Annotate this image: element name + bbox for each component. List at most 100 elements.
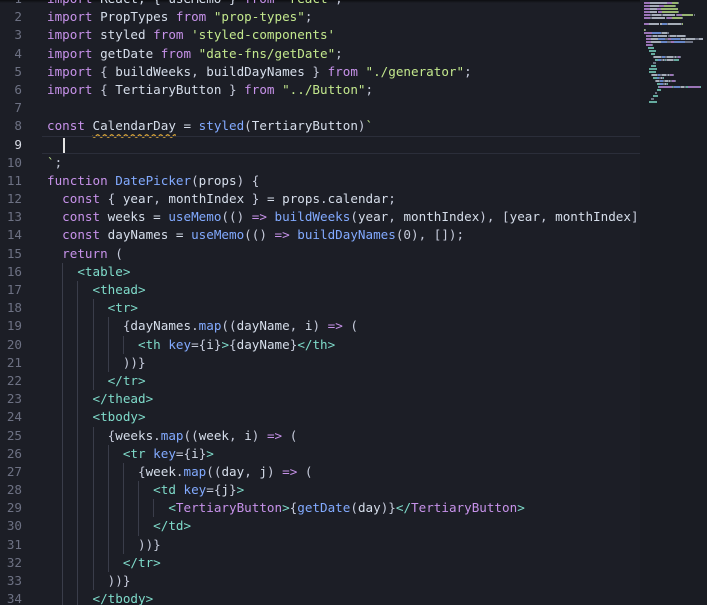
minimap-line (645, 29, 646, 31)
code-line[interactable]: 32 </tr> (0, 553, 640, 572)
code-token: , (153, 191, 169, 207)
code-token: ( (350, 209, 358, 225)
code-token: map (198, 318, 222, 334)
code-token: dayName (236, 336, 290, 352)
minimap-line (659, 86, 672, 88)
code-line[interactable]: 27 {week.map((day, j) => ( (0, 462, 640, 482)
minimap-line (644, 32, 653, 34)
code-text: </tbody> (47, 590, 154, 605)
minimap-line (686, 38, 696, 40)
code-line[interactable]: 22 </tr> (0, 371, 640, 391)
code-line[interactable]: 18 <tr> (0, 299, 640, 318)
code-area[interactable]: 1 import React, { useMemo } from "react";… (0, 0, 646, 605)
minimap-line (651, 41, 660, 43)
code-line[interactable]: 10 `; (0, 154, 640, 172)
code-token: ) (251, 427, 267, 443)
line-number: 9 (14, 136, 22, 152)
code-token: year (509, 209, 540, 225)
code-token: React, { useMemo } (100, 0, 244, 6)
code-token: i (191, 445, 199, 461)
code-line[interactable]: 1 import React, { useMemo } from "react"; (0, 0, 640, 8)
code-token: map (160, 427, 184, 443)
code-token: { (47, 427, 116, 443)
minimap-line (674, 80, 676, 82)
code-text: import React, { useMemo } from "react"; (47, 0, 343, 8)
code-line[interactable]: 34 </tbody> (0, 590, 640, 605)
code-token: import (47, 45, 101, 61)
code-token: TertiaryButton (175, 500, 283, 516)
code-token: function (47, 172, 116, 188)
minimap-line (650, 5, 660, 7)
code-line[interactable]: 29 <TertiaryButton>{getDate(day)}</Terti… (0, 499, 640, 518)
code-line[interactable]: 24 <tbody> (0, 408, 640, 427)
code-line[interactable]: 15 return ( (0, 245, 640, 263)
minimap-line (663, 5, 675, 7)
code-line[interactable]: 14 const dayNames = useMemo(() => buildD… (0, 226, 640, 244)
code-token: key (153, 445, 176, 461)
minimap-line (674, 5, 676, 7)
code-line[interactable]: 2 import PropTypes from "prop-types"; (0, 8, 640, 26)
minimap[interactable] (640, 0, 707, 605)
code-text: {weeks.map((week, i) => ( (47, 427, 298, 445)
minimap-line (653, 62, 656, 64)
minimap-line (647, 47, 654, 49)
code-line[interactable]: 28 <td key={j}> (0, 481, 640, 500)
code-token: <thead> (92, 282, 146, 297)
code-line[interactable]: 8 const CalendarDay = styled(TertiaryButt… (0, 117, 640, 135)
minimap-line (654, 56, 662, 58)
code-line[interactable]: 31 ))} (0, 535, 640, 554)
code-line[interactable]: 25 {weeks.map((week, i) => ( (0, 426, 640, 445)
code-line[interactable]: 3 import styled from 'styled-components' (0, 26, 640, 44)
line-number: 18 (6, 300, 22, 316)
code-text: </tr> (47, 554, 161, 572)
code-line[interactable]: 16 <table> (0, 262, 640, 281)
code-line[interactable]: 5 import { buildWeeks, buildDayNames } fr… (0, 63, 640, 81)
line-number: 15 (6, 245, 22, 261)
code-line[interactable]: 19 {dayNames.map((dayName, i) => ( (0, 317, 640, 336)
code-line[interactable]: 6 import { TertiaryButton } from "../Butt… (0, 81, 640, 99)
code-token: = (266, 191, 283, 207)
code-token: from (244, 0, 282, 6)
code-token: props (282, 191, 321, 207)
minimap-line (666, 32, 670, 34)
code-line[interactable]: 9 (0, 135, 640, 154)
code-token: getDate (297, 500, 351, 516)
line-number: 31 (6, 536, 22, 552)
code-line[interactable]: 17 <thead> (0, 281, 640, 300)
minimap-line (693, 14, 695, 16)
code-line[interactable]: 13 const weeks = useMemo(() => buildWeek… (0, 208, 646, 226)
code-text: import { buildWeeks, buildDayNames } fro… (47, 63, 472, 81)
code-text: </thead> (47, 390, 154, 408)
code-line[interactable]: 21 ))} (0, 353, 640, 372)
code-line[interactable]: 26 <tr key={i}> (0, 444, 640, 463)
code-text: <tr> (47, 299, 138, 317)
code-token: buildWeeks (274, 209, 351, 225)
code-text: ))} (47, 572, 131, 590)
code-line[interactable]: 20 <th key={i}>{dayName}</th> (0, 335, 640, 354)
code-line[interactable]: 12 const { year, monthIndex } = props.ca… (0, 190, 640, 208)
code-line[interactable]: 33 ))} (0, 572, 640, 591)
code-line[interactable]: 30 </td> (0, 517, 640, 536)
code-token: , (244, 463, 260, 479)
line-number: 13 (6, 209, 22, 225)
code-token: ) (312, 318, 328, 334)
text-caret (63, 137, 66, 153)
line-number: 19 (6, 318, 22, 334)
code-line[interactable]: 7 (0, 99, 640, 117)
code-token: weeks (107, 209, 154, 225)
code-token: const (47, 118, 93, 134)
minimap-line (671, 17, 682, 19)
code-token: ( (191, 172, 199, 188)
code-line[interactable]: 11 function DatePicker(props) { (0, 172, 640, 190)
code-editor[interactable]: 1 import React, { useMemo } from "react";… (0, 0, 707, 605)
code-token: . (175, 463, 184, 479)
line-number: 26 (6, 445, 22, 461)
code-token: ` (365, 118, 374, 134)
code-token: dayNames (107, 227, 176, 243)
code-line[interactable]: 4 import getDate from "date-fns/getDate"; (0, 45, 640, 63)
code-line[interactable]: 23 </thead> (0, 390, 640, 409)
